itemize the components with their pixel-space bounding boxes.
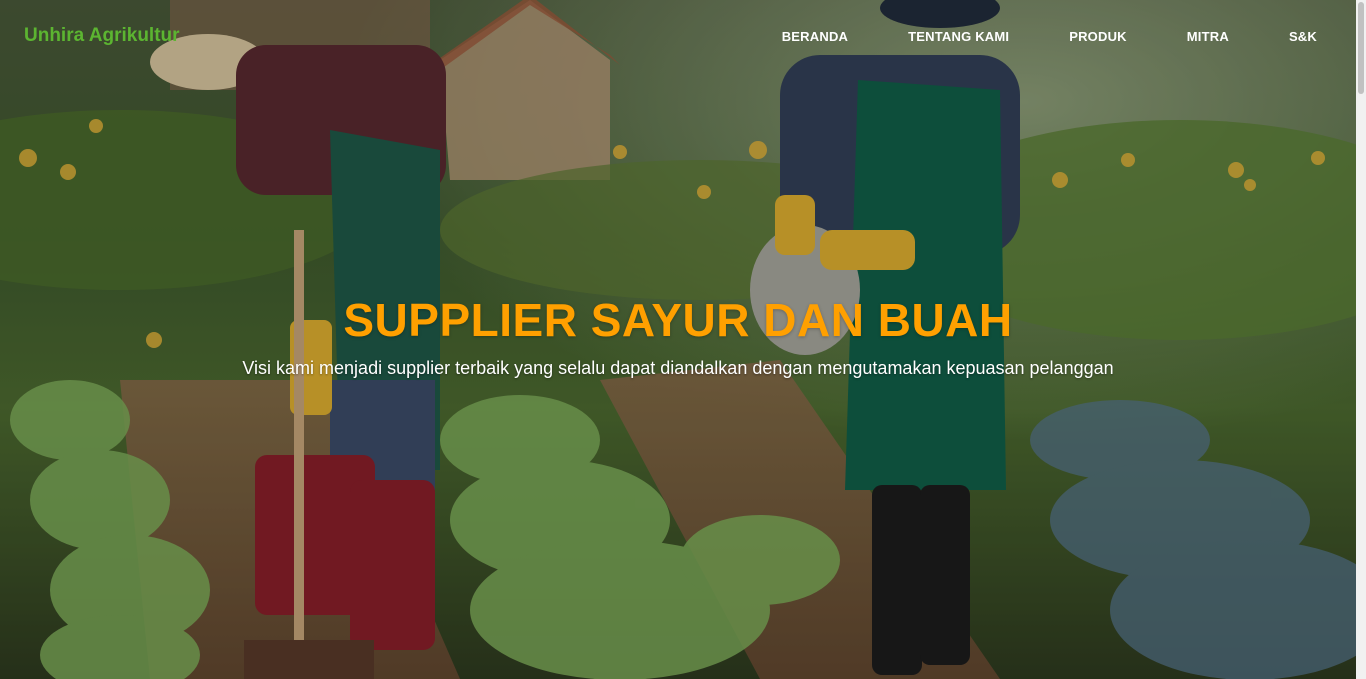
- hero-section: Unhira Agrikultur BERANDA TENTANG KAMI P…: [0, 0, 1366, 679]
- nav-item-produk: PRODUK: [1069, 28, 1127, 46]
- nav-link-syarat-ketentuan[interactable]: S&K: [1289, 29, 1317, 44]
- hero-title: SUPPLIER SAYUR DAN BUAH: [343, 294, 1013, 346]
- scrollbar-thumb[interactable]: [1358, 2, 1364, 94]
- nav-link-beranda[interactable]: BERANDA: [782, 29, 848, 44]
- navbar: Unhira Agrikultur BERANDA TENTANG KAMI P…: [0, 0, 1356, 72]
- nav-link-tentang-kami[interactable]: TENTANG KAMI: [908, 29, 1009, 44]
- brand-logo-link[interactable]: Unhira Agrikultur: [24, 25, 180, 47]
- hero-subtitle: Visi kami menjadi supplier terbaik yang …: [242, 358, 1114, 378]
- nav-item-beranda: BERANDA: [782, 28, 848, 46]
- nav-item-mitra: MITRA: [1187, 28, 1229, 46]
- nav-item-tentang-kami: TENTANG KAMI: [908, 28, 1009, 46]
- nav-link-mitra[interactable]: MITRA: [1187, 29, 1229, 44]
- nav-menu: BERANDA TENTANG KAMI PRODUK MITRA S&K: [782, 28, 1317, 46]
- nav-link-produk[interactable]: PRODUK: [1069, 29, 1127, 44]
- page-scrollbar[interactable]: [1356, 0, 1366, 679]
- nav-item-syarat-ketentuan: S&K: [1289, 28, 1317, 46]
- hero-text-block: SUPPLIER SAYUR DAN BUAH Visi kami menjad…: [0, 292, 1356, 380]
